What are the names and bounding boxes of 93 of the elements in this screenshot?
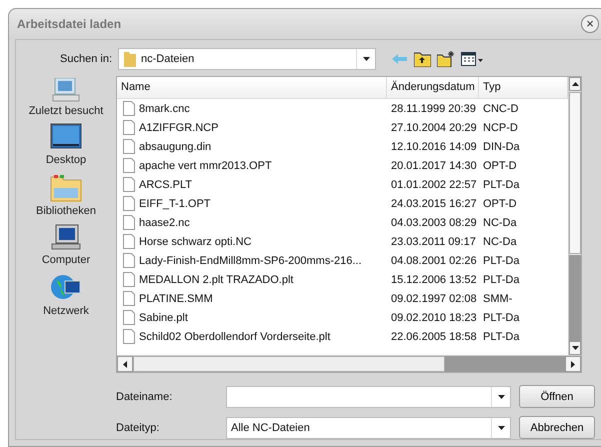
table-cell-text: CNC-D — [482, 102, 520, 114]
file-name[interactable]: A1ZIFFGR.NCP — [139, 122, 218, 134]
file-icon — [123, 158, 135, 173]
file-icon — [123, 101, 135, 116]
file-icon — [123, 253, 135, 268]
table-cell-text: PLT-Da — [482, 254, 520, 266]
file-name[interactable]: 8mark.cnc — [139, 102, 190, 114]
column-header[interactable]: Änderungsdatum — [387, 77, 479, 98]
file-icon — [123, 329, 135, 344]
table-cell-text: SMM- — [482, 292, 514, 304]
table-cell-text: DIN-Da — [482, 140, 521, 152]
file-icon — [123, 196, 135, 211]
new-folder-icon[interactable] — [437, 51, 455, 67]
horizontal-scrollbar[interactable] — [117, 355, 581, 372]
table-cell-text: 15.12.2006 13:52 — [390, 274, 478, 286]
table-cell-text: 04.08.2001 02:26 — [390, 254, 478, 266]
table-cell-text: 23.03.2011 09:17 — [390, 236, 477, 248]
table-cell-text: 12.10.2016 14:09 — [390, 140, 478, 152]
dropdown-arrow-icon — [498, 426, 504, 430]
open-button[interactable]: Öffnen — [519, 385, 595, 408]
folder-icon — [124, 51, 136, 67]
file-name[interactable]: PLATINE.SMM — [139, 292, 213, 304]
file-name[interactable]: apache vert mmr2013.OPT — [139, 160, 272, 172]
table-cell-text: 04.03.2003 08:29 — [390, 216, 478, 228]
look-in-label: Suchen in: — [59, 53, 113, 65]
up-arrow-icon — [572, 82, 578, 86]
table-cell-text: PLT-Da — [482, 274, 520, 286]
file-icon — [123, 310, 135, 325]
scroll-up-button[interactable] — [569, 77, 581, 91]
filetype-dropdown[interactable]: Alle NC-Dateien — [226, 416, 511, 438]
table-cell-text: OPT-D — [482, 198, 518, 210]
dropdown-arrow-icon — [498, 394, 504, 398]
table-cell-text: 01.01.2002 22:57 — [390, 178, 478, 190]
folder-icon — [50, 172, 82, 202]
table-cell-text: 22.06.2005 18:58 — [390, 330, 478, 342]
file-icon — [123, 291, 135, 306]
filetype-label: Dateityp: — [116, 422, 160, 434]
filename-field[interactable] — [226, 386, 511, 408]
column-header[interactable]: Name — [117, 77, 387, 98]
sidebar-item[interactable]: Computer — [42, 254, 90, 266]
table-cell-text: PLT-Da — [482, 330, 520, 342]
desktop-icon — [50, 123, 82, 151]
table-cell-text: 09.02.1997 02:08 — [390, 292, 478, 304]
table-cell-text: 28.11.1999 20:39 — [390, 102, 477, 114]
file-icon — [123, 272, 135, 287]
folder-dropdown[interactable]: nc-Dateien — [118, 48, 376, 70]
scroll-down-button[interactable] — [569, 341, 581, 355]
close-button[interactable]: × — [581, 15, 599, 33]
globe-icon — [50, 272, 82, 302]
folder-up-icon[interactable] — [414, 52, 431, 66]
file-name[interactable]: Sabine.plt — [139, 312, 188, 324]
table-cell-text: NC-Da — [482, 216, 518, 228]
file-name[interactable]: Lady-Finish-EndMill8mm-SP6-200mms-216... — [139, 254, 362, 266]
scroll-left-button[interactable] — [117, 356, 133, 372]
file-icon — [123, 234, 135, 249]
table-cell-text: 20.01.2017 14:30 — [390, 160, 478, 172]
sidebar-item[interactable]: Desktop — [46, 154, 86, 166]
table-cell-text: 27.10.2004 20:29 — [390, 122, 478, 134]
file-icon — [123, 120, 135, 135]
window-title: Arbeitsdatei laden — [17, 17, 122, 31]
file-name[interactable]: EIFF_T-1.OPT — [139, 198, 211, 210]
table-cell-text: PLT-Da — [482, 312, 520, 324]
file-name[interactable]: Schild02 Oberdollendorf Vorderseite.plt — [139, 330, 330, 342]
scroll-thumb[interactable] — [133, 356, 445, 372]
cancel-button[interactable]: Abbrechen — [519, 416, 595, 439]
file-icon — [123, 139, 135, 154]
file-name[interactable]: absaugung.din — [139, 140, 212, 152]
right-arrow-icon — [571, 360, 575, 368]
table-cell-text: NCP-D — [482, 122, 519, 134]
sidebar-item[interactable]: Netzwerk — [43, 305, 89, 317]
vertical-scrollbar[interactable] — [568, 77, 581, 355]
down-arrow-icon — [572, 346, 578, 350]
file-icon — [123, 215, 135, 230]
file-name[interactable]: Horse schwarz opti.NC — [139, 236, 252, 248]
filename-label: Dateiname: — [116, 390, 174, 402]
monitor-icon — [51, 78, 81, 102]
view-menu-icon[interactable] — [461, 52, 483, 66]
sidebar-item[interactable]: Zuletzt besucht — [28, 105, 104, 117]
scroll-thumb[interactable] — [569, 92, 581, 254]
table-cell-text: 09.02.2010 18:23 — [390, 312, 478, 324]
scroll-right-button[interactable] — [565, 356, 581, 372]
table-cell-text: 24.03.2015 16:27 — [390, 198, 478, 210]
table-cell-text: OPT-D — [482, 160, 518, 172]
computer-icon — [50, 223, 82, 251]
file-name[interactable]: MEDALLON 2.plt TRAZADO.plt — [139, 274, 294, 286]
left-arrow-icon — [123, 360, 127, 368]
table-cell-text: NC-Da — [482, 236, 518, 248]
file-icon — [123, 177, 135, 192]
file-name[interactable]: ARCS.PLT — [139, 178, 192, 190]
file-name[interactable]: haase2.nc — [139, 216, 190, 228]
table-cell-text: PLT-Da — [482, 178, 520, 190]
sidebar-item[interactable]: Bibliotheken — [36, 205, 96, 217]
dropdown-arrow-icon — [362, 57, 370, 61]
